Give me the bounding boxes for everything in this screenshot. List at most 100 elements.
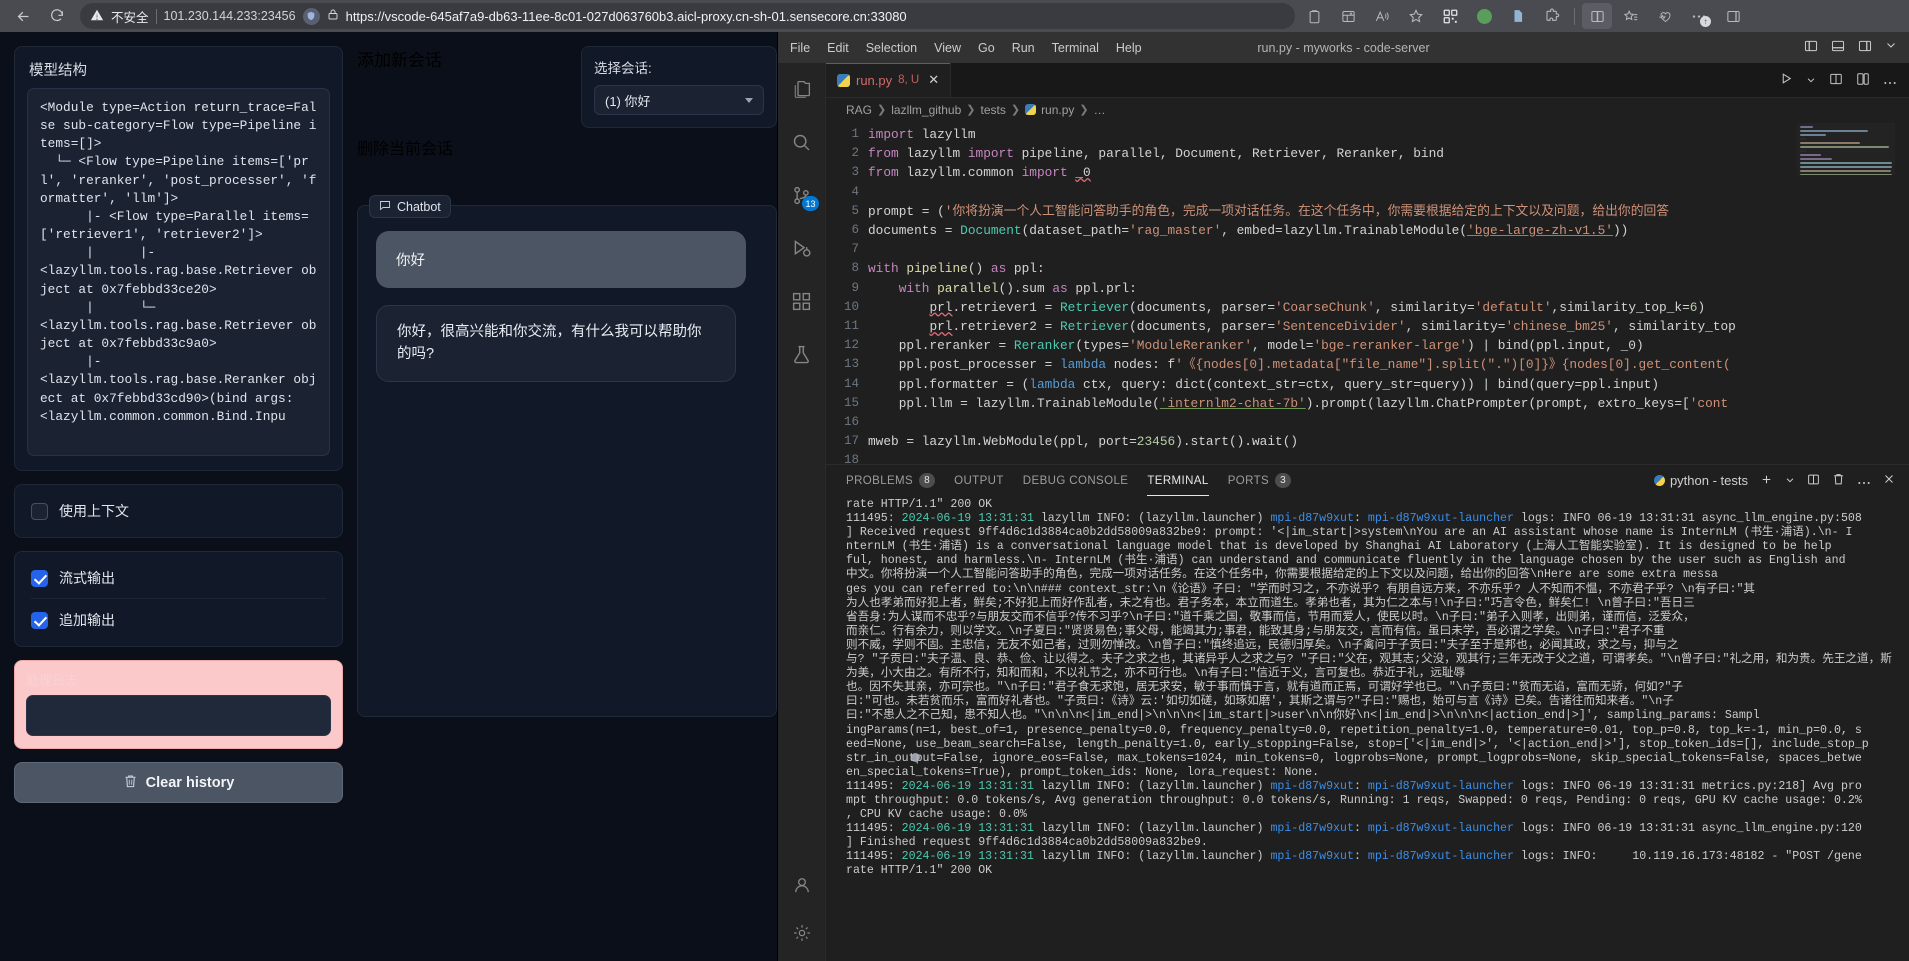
menu-run[interactable]: Run: [1012, 41, 1035, 55]
process-log-textarea[interactable]: [26, 695, 331, 736]
terminal-line: , CPU KV cache usage: 0.0%: [846, 808, 1027, 822]
minimap-line: [1800, 158, 1832, 160]
tab-terminal[interactable]: TERMINAL: [1147, 465, 1210, 496]
vscode-window: File Edit Selection View Go Run Terminal…: [777, 32, 1909, 961]
accounts-icon[interactable]: [783, 867, 821, 903]
extensions-icon[interactable]: [1537, 3, 1567, 29]
run-debug-icon[interactable]: [783, 230, 821, 266]
code-editor[interactable]: 1 2 3 4 5 6 7 8 9 10 11 12 13 14 15 16 17 18 import lazyl…: [826, 121, 1909, 464]
terminal-selector[interactable]: python - tests: [1653, 473, 1748, 488]
tracking-shield-icon[interactable]: [302, 7, 320, 25]
breadcrumb-item-file[interactable]: run.py: [1041, 103, 1074, 117]
open-changes-icon[interactable]: [1856, 72, 1870, 89]
tab-ports[interactable]: PORTS 3: [1228, 465, 1292, 496]
breadcrumb-item-repo[interactable]: lazllm_github: [891, 103, 961, 117]
browser-essentials-icon[interactable]: [1650, 3, 1680, 29]
activity-bar: 13: [778, 63, 826, 961]
panel-bottom-icon[interactable]: [1831, 39, 1845, 56]
favorite-star-icon[interactable]: [1401, 3, 1431, 29]
minimap-line: [1800, 150, 1806, 152]
chevron-down-icon[interactable]: [1785, 473, 1795, 488]
close-icon[interactable]: ✕: [928, 72, 939, 88]
checkbox-stream-output[interactable]: 流式输出: [31, 563, 326, 593]
breadcrumb-item-symbol[interactable]: …: [1094, 103, 1106, 117]
green-circle-icon[interactable]: [1469, 3, 1499, 29]
code-line: mweb = lazyllm.WebModule(ppl, port=23456…: [868, 434, 1299, 450]
terminal-output[interactable]: rate HTTP/1.1" 200 OK 111495: 2024-06-19 …: [826, 496, 1909, 961]
sidebar-toggle-icon[interactable]: [1718, 3, 1748, 29]
terminal-line: ges you can referred to:\n\n### context_…: [846, 582, 1756, 596]
checkbox-use-context[interactable]: 使用上下文: [31, 496, 326, 526]
editor-scrollbar[interactable]: [1896, 121, 1909, 464]
chevron-down-icon[interactable]: [1806, 73, 1816, 88]
terminal-line: mpt throughput: 0.0 tokens/s, Avg genera…: [846, 793, 1862, 807]
customize-layout-icon[interactable]: [1885, 39, 1897, 56]
more-actions-icon[interactable]: [1883, 73, 1897, 88]
tab-run-py[interactable]: run.py 8, U ✕: [826, 63, 952, 97]
session-select-dropdown[interactable]: (1) 你好: [594, 85, 764, 115]
panel-right-icon[interactable]: [1858, 39, 1872, 56]
run-play-icon[interactable]: [1780, 72, 1793, 88]
delete-session-button[interactable]: 删除当前会话: [357, 135, 567, 176]
testing-icon[interactable]: [783, 336, 821, 372]
menu-view[interactable]: View: [934, 41, 961, 55]
python-file-icon: [1025, 104, 1037, 115]
read-aloud-icon[interactable]: [1367, 3, 1397, 29]
explorer-icon[interactable]: [783, 71, 821, 107]
minimap-line: [1800, 134, 1827, 136]
tab-output[interactable]: OUTPUT: [954, 465, 1004, 496]
qr-code-icon[interactable]: [1435, 3, 1465, 29]
add-session-button[interactable]: 添加新会话: [357, 46, 567, 124]
more-options-icon[interactable]: ↑: [1684, 3, 1714, 29]
more-actions-icon[interactable]: [1857, 473, 1871, 488]
tab-debug-console[interactable]: DEBUG CONSOLE: [1023, 465, 1129, 496]
session-controls: 添加新会话 删除当前会话 选择会话: (1) 你好: [357, 46, 777, 176]
menu-go[interactable]: Go: [978, 41, 995, 55]
code-content[interactable]: import lazyllm from lazyllm import pipeli…: [868, 121, 1909, 464]
checkbox-box[interactable]: [31, 569, 48, 587]
address-bar[interactable]: 不安全 101.230.144.233:23456 https://vscode…: [80, 3, 1295, 29]
split-terminal-icon[interactable]: [1807, 473, 1820, 489]
clipboard-icon[interactable]: [1299, 3, 1329, 29]
menu-help[interactable]: Help: [1116, 41, 1142, 55]
menu-selection[interactable]: Selection: [866, 41, 917, 55]
code-line: prl.retriever2 = Retriever(documents, pa…: [929, 319, 1736, 335]
close-panel-icon[interactable]: [1883, 473, 1895, 488]
insecure-label: 不安全: [111, 10, 149, 25]
split-editor-icon[interactable]: [1829, 72, 1843, 89]
minimap-line: [1800, 138, 1806, 140]
breadcrumb-item-rag[interactable]: RAG: [846, 103, 872, 117]
chat-message-bot: 你好，很高兴能和你交流，有什么我可以帮助你的吗?: [376, 305, 736, 382]
menu-terminal[interactable]: Terminal: [1052, 41, 1099, 55]
favorites-list-icon[interactable]: [1616, 3, 1646, 29]
back-arrow-icon[interactable]: [8, 3, 38, 29]
terminal-line: 省吾身:为人谋而不忠乎?与朋友交而不信乎?传不习乎?\n子曰:"道千乘之国，敬事…: [846, 610, 1695, 624]
extensions-icon[interactable]: [783, 283, 821, 319]
mouse-cursor: [911, 753, 920, 762]
session-select-panel: 选择会话: (1) 你好: [581, 46, 777, 128]
checkbox-box[interactable]: [31, 611, 48, 629]
model-structure-textarea[interactable]: <Module type=Action return_trace=False s…: [27, 88, 330, 456]
ports-badge: 3: [1275, 473, 1292, 488]
collections-icon[interactable]: [1333, 3, 1363, 29]
tab-problems[interactable]: PROBLEMS 8: [846, 465, 936, 496]
split-screen-icon[interactable]: [1582, 3, 1612, 29]
checkbox-box[interactable]: [31, 502, 48, 520]
panel-left-icon[interactable]: [1804, 39, 1818, 56]
clear-history-button[interactable]: Clear history: [14, 762, 343, 803]
kill-terminal-icon[interactable]: [1832, 472, 1845, 489]
chatbot-panel: Chatbot 你好 你好，很高兴能和你交流，有什么我可以帮助你的吗?: [357, 195, 777, 717]
code-line: documents = Document(dataset_path='rag_m…: [868, 223, 1629, 239]
reload-icon[interactable]: [42, 3, 72, 29]
settings-gear-icon[interactable]: [783, 915, 821, 951]
checkbox-append-output[interactable]: 追加输出: [31, 598, 326, 635]
document-icon[interactable]: [1503, 3, 1533, 29]
minimap[interactable]: [1797, 123, 1895, 175]
breadcrumb-item-tests[interactable]: tests: [981, 103, 1006, 117]
menu-edit[interactable]: Edit: [827, 41, 849, 55]
search-icon[interactable]: [783, 124, 821, 160]
menu-file[interactable]: File: [790, 41, 810, 55]
add-terminal-icon[interactable]: [1760, 473, 1773, 489]
source-control-icon[interactable]: 13: [783, 177, 821, 213]
problems-badge: 8: [919, 473, 936, 488]
